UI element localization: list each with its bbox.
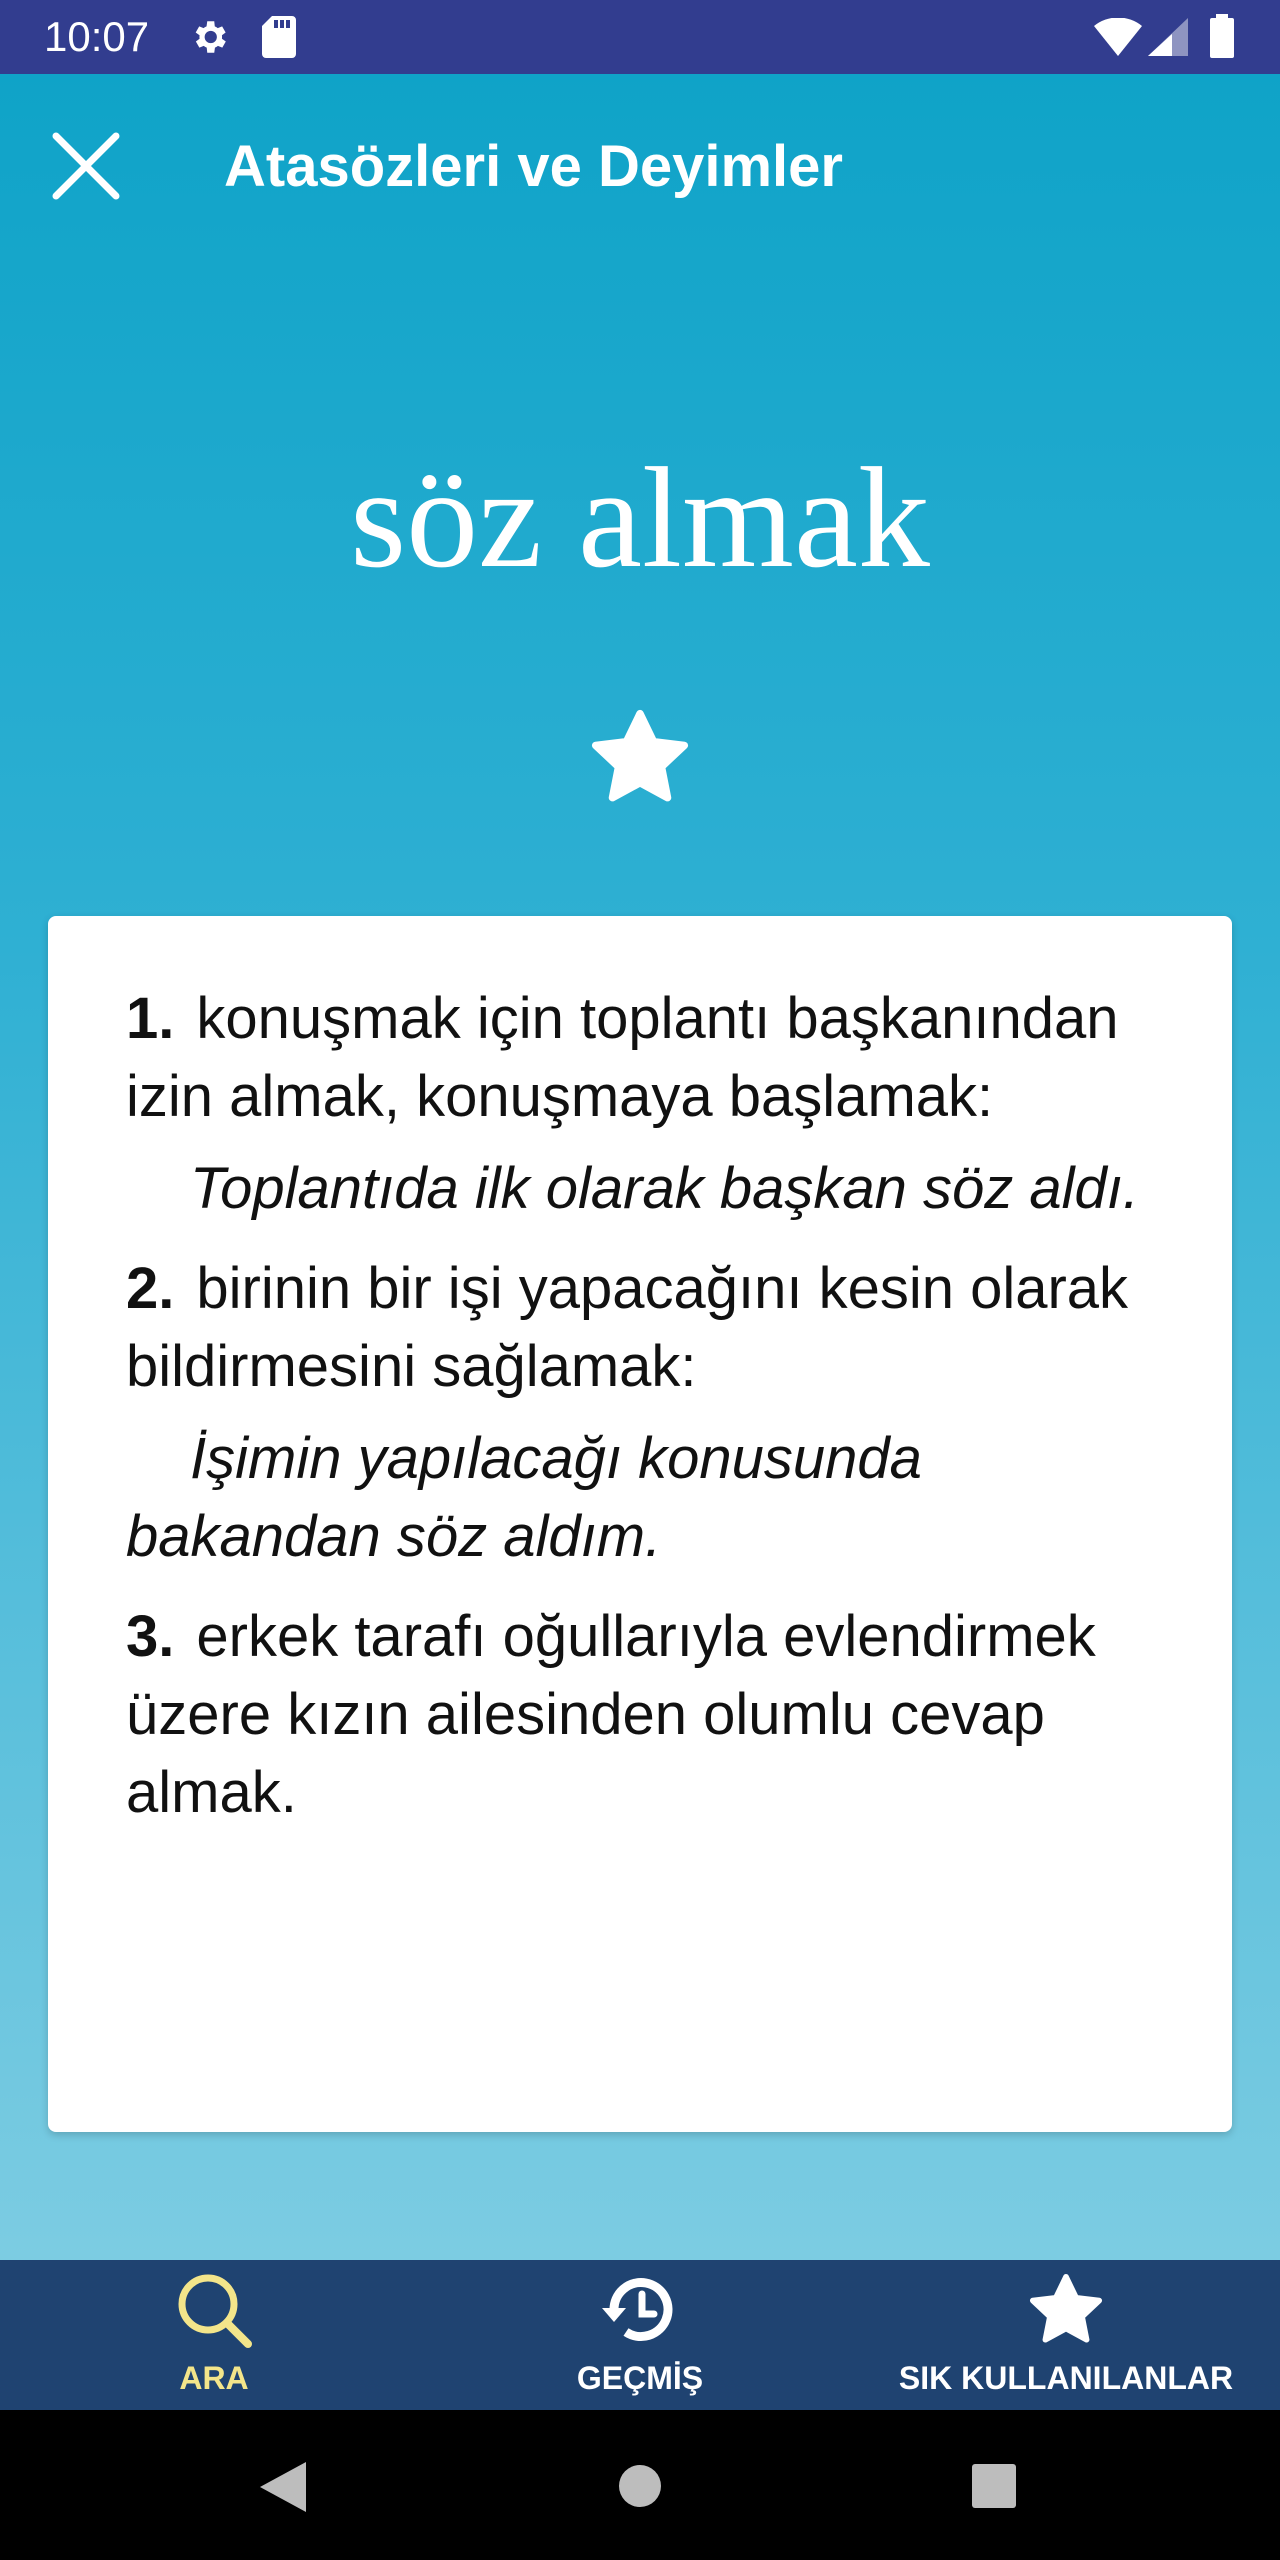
- example-1: Toplantıda ilk olarak başkan söz aldı.: [190, 1156, 1139, 1221]
- star-icon: [1029, 2273, 1103, 2343]
- definition-number: 2.: [126, 1256, 175, 1321]
- definition-text: erkek tarafı oğullarıyla evlendirmek üze…: [126, 1604, 1096, 1825]
- history-icon: [602, 2278, 673, 2342]
- example-2: İşimin yapılacağı konusunda bakandan söz…: [126, 1426, 922, 1569]
- search-icon: [178, 2274, 252, 2348]
- settings-icon: [188, 16, 230, 63]
- system-navigation-bar: [0, 2410, 1280, 2560]
- close-button[interactable]: [46, 126, 126, 206]
- home-icon: [619, 2465, 661, 2507]
- nav-search[interactable]: ARA: [114, 2260, 314, 2410]
- definition-3: 3. erkek tarafı oğullarıyla evlendirmek ü…: [126, 1598, 1186, 1832]
- battery-icon: [1210, 14, 1234, 63]
- definition-2: 2. birinin bir işi yapacağını kesin olara…: [126, 1250, 1186, 1406]
- favorite-button[interactable]: [584, 702, 696, 814]
- headword: söz almak: [350, 439, 930, 598]
- definition-text: birinin bir işi yapacağını kesin olarak …: [126, 1256, 1129, 1399]
- nav-label: GEÇMİŞ: [576, 2360, 704, 2396]
- main-area: Atasözleri ve Deyimler söz almak 1. konuş…: [0, 74, 1280, 2260]
- back-icon: [260, 2462, 306, 2512]
- nav-label: ARA: [179, 2360, 249, 2396]
- home-button[interactable]: [616, 2462, 664, 2515]
- sd-card-icon: [262, 16, 296, 63]
- definition-number: 1.: [126, 986, 175, 1051]
- nav-history[interactable]: GEÇMİŞ: [540, 2260, 740, 2410]
- nav-label: SIK KULLANILANLAR: [898, 2360, 1234, 2396]
- bottom-navigation: ARA GEÇMİŞ SIK KULLANILANLAR: [0, 2260, 1280, 2410]
- app-title: Atasözleri ve Deyimler: [224, 134, 843, 199]
- recents-icon: [972, 2464, 1016, 2508]
- close-icon: [52, 132, 120, 200]
- definition-text: konuşmak için toplantı başkanından izin …: [126, 986, 1119, 1129]
- definition-card: 1. konuşmak için toplantı başkanından izi…: [48, 916, 1232, 2132]
- back-button[interactable]: [258, 2460, 308, 2519]
- definition-1: 1. konuşmak için toplantı başkanından izi…: [126, 980, 1186, 1136]
- definition-number: 3.: [126, 1604, 175, 1669]
- status-time: 10:07: [44, 13, 150, 60]
- signal-icon: [1148, 18, 1188, 61]
- recents-button[interactable]: [972, 2464, 1016, 2513]
- wifi-icon: [1094, 17, 1142, 61]
- nav-favorites[interactable]: SIK KULLANILANLAR: [880, 2260, 1252, 2410]
- status-bar: 10:07: [0, 0, 1280, 74]
- star-icon: [591, 709, 689, 802]
